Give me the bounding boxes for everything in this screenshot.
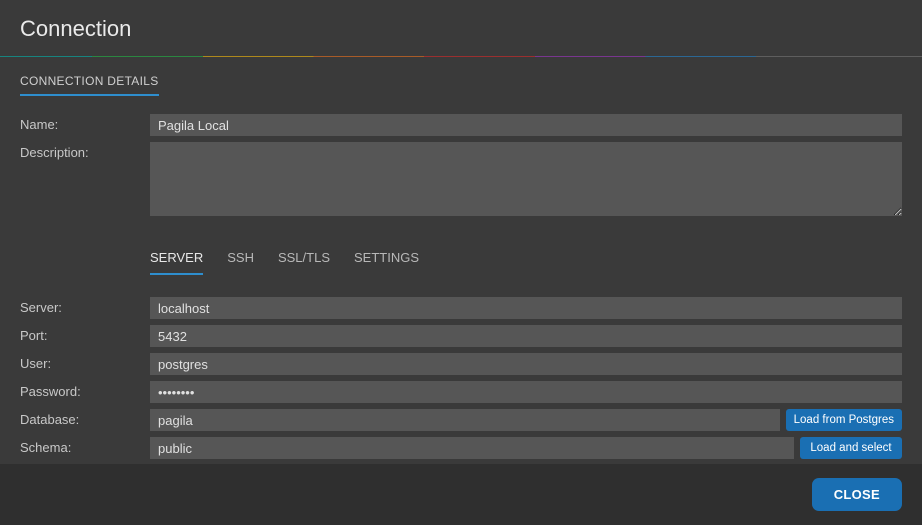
user-label: User: xyxy=(20,353,150,371)
database-label: Database: xyxy=(20,409,150,427)
tabs: SERVER SSH SSL/TLS SETTINGS xyxy=(150,250,902,275)
name-input[interactable] xyxy=(150,114,902,136)
server-input[interactable] xyxy=(150,297,902,319)
schema-input[interactable] xyxy=(150,437,794,459)
dialog-footer: CLOSE xyxy=(0,464,922,525)
port-label: Port: xyxy=(20,325,150,343)
user-input[interactable] xyxy=(150,353,902,375)
tab-server[interactable]: SERVER xyxy=(150,250,203,275)
rainbow-divider xyxy=(0,56,922,57)
section-title: CONNECTION DETAILS xyxy=(20,74,159,96)
dialog-title: Connection xyxy=(20,16,902,42)
close-button[interactable]: CLOSE xyxy=(812,478,902,511)
description-input[interactable] xyxy=(150,142,902,216)
password-input[interactable] xyxy=(150,381,902,403)
name-label: Name: xyxy=(20,114,150,132)
dialog-header: Connection xyxy=(0,0,922,56)
tab-ssh[interactable]: SSH xyxy=(227,250,254,275)
schema-label: Schema: xyxy=(20,437,150,455)
load-from-postgres-button[interactable]: Load from Postgres xyxy=(786,409,902,431)
description-label: Description: xyxy=(20,142,150,160)
database-input[interactable] xyxy=(150,409,780,431)
dialog-content: CONNECTION DETAILS Name: Description: SE… xyxy=(0,57,922,464)
load-and-select-button[interactable]: Load and select xyxy=(800,437,902,459)
server-label: Server: xyxy=(20,297,150,315)
tab-settings[interactable]: SETTINGS xyxy=(354,250,419,275)
port-input[interactable] xyxy=(150,325,902,347)
tab-ssl[interactable]: SSL/TLS xyxy=(278,250,330,275)
password-label: Password: xyxy=(20,381,150,399)
